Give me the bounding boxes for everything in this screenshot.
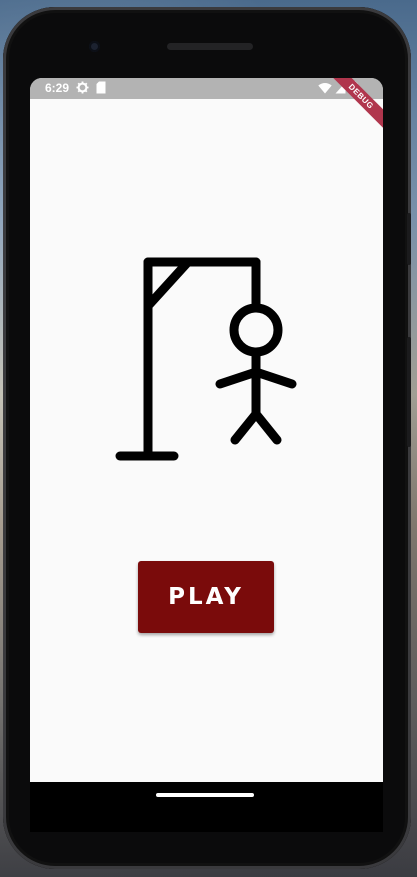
navigation-bar — [30, 782, 383, 832]
front-camera — [89, 41, 100, 52]
stickman-right-arm — [251, 367, 297, 389]
stickman-head — [229, 303, 283, 357]
gear-icon — [76, 81, 89, 99]
volume-button — [407, 337, 411, 447]
power-button — [407, 213, 411, 265]
status-bar: 6:29 DEBUG — [30, 78, 383, 130]
status-time: 6:29 — [45, 81, 70, 95]
wifi-icon — [318, 81, 332, 99]
sd-card-icon — [96, 81, 106, 99]
app-screen: 6:29 DEBUG PLAY — [30, 78, 383, 782]
gallows-brace — [143, 257, 193, 311]
hangman-illustration — [114, 256, 304, 471]
home-indicator[interactable] — [156, 793, 254, 797]
stickman-left-arm — [215, 367, 261, 389]
play-button[interactable]: PLAY — [138, 561, 274, 633]
stickman-left-leg — [230, 409, 261, 445]
earpiece-speaker — [167, 43, 253, 50]
stickman-right-leg — [251, 409, 282, 445]
